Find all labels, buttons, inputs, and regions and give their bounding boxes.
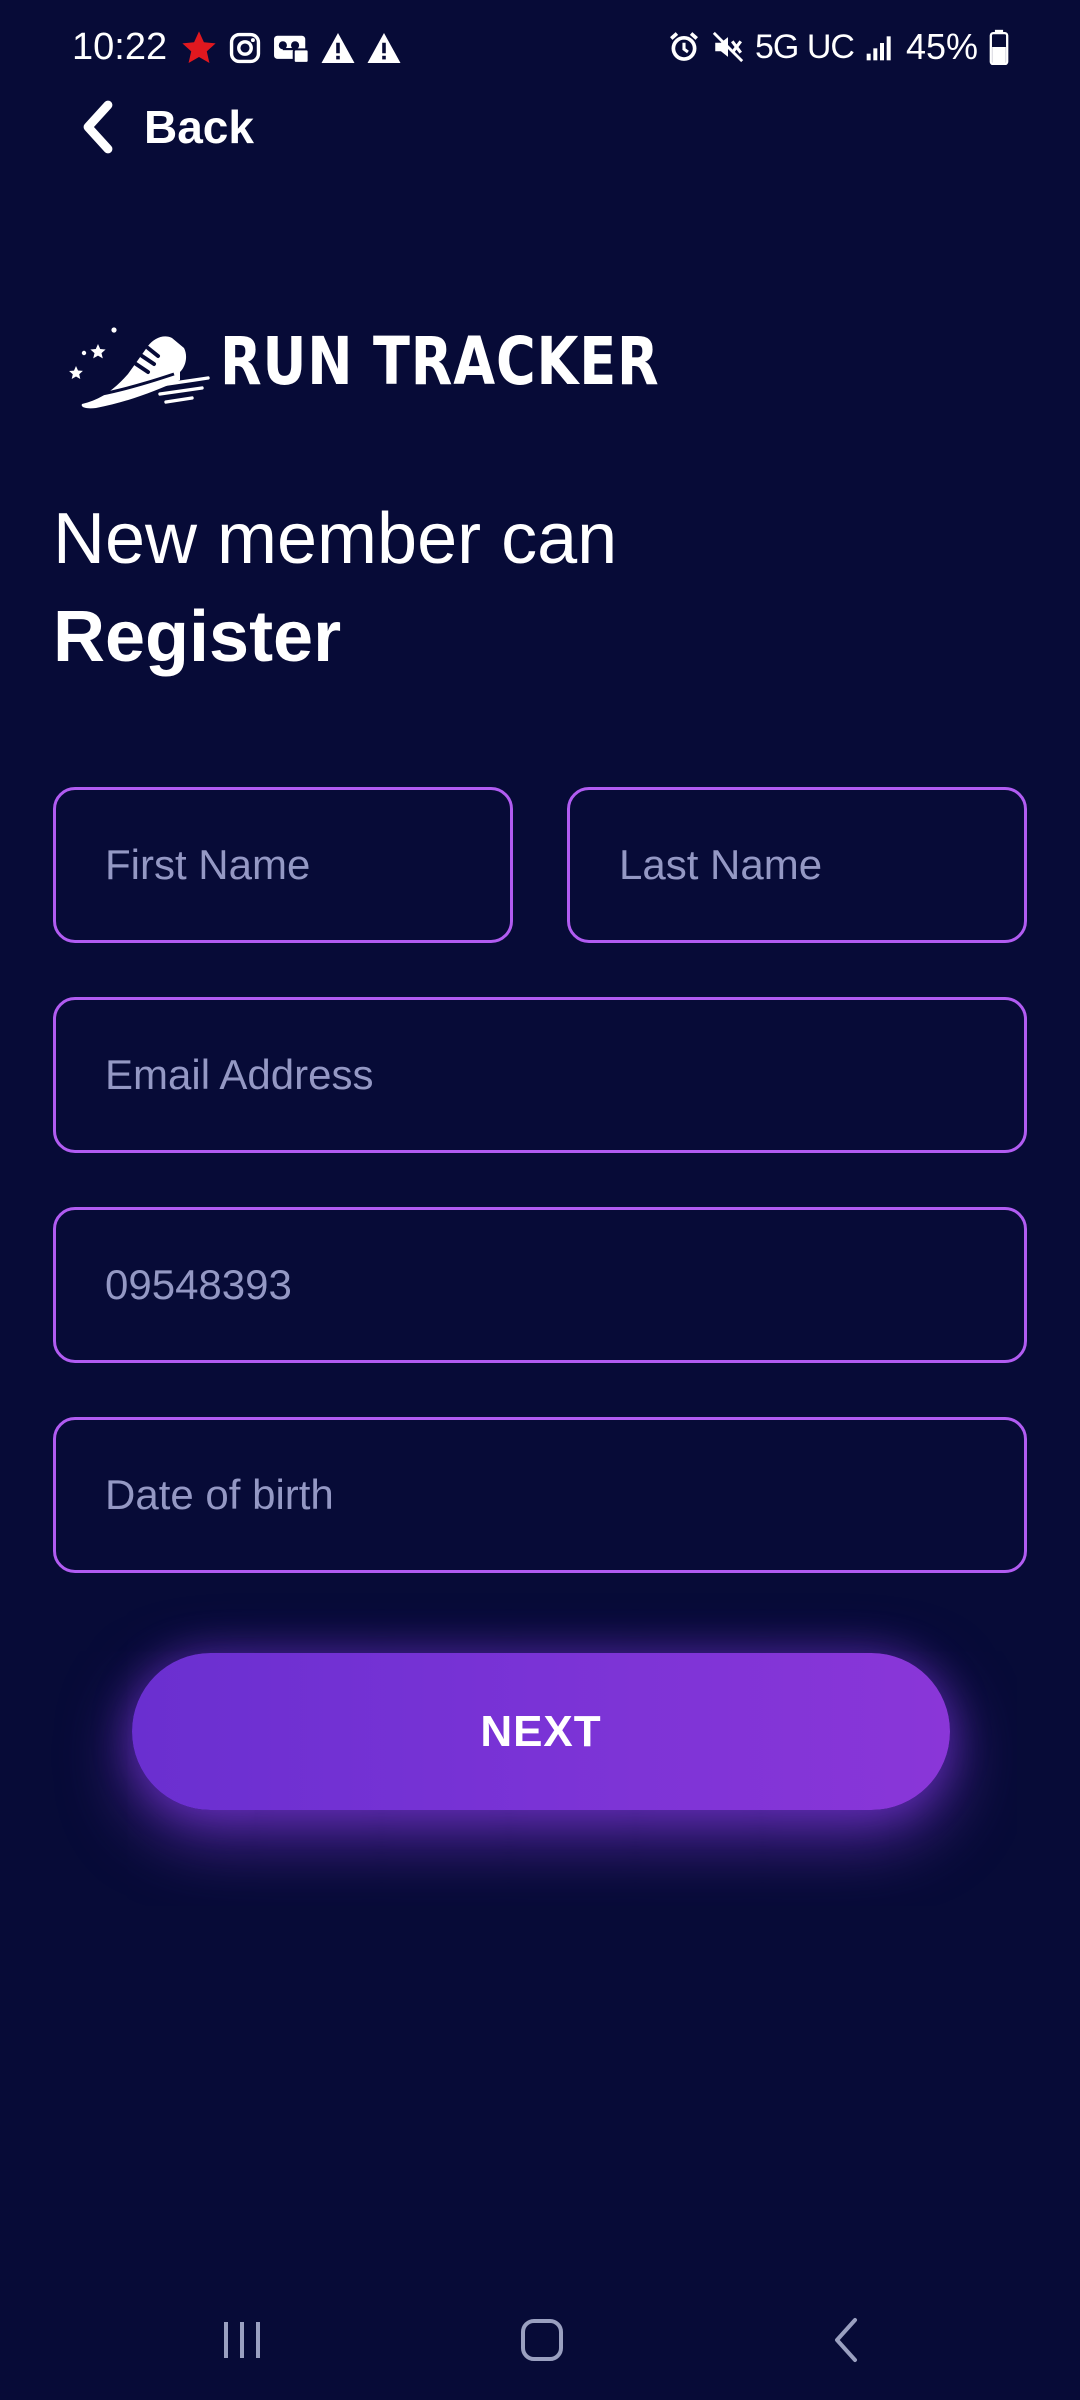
app-logo: RUN TRACKER	[62, 306, 756, 416]
register-screen: 10:22 5G UC 45% Back RUN TRACKER New mem…	[0, 0, 1080, 2400]
recents-button[interactable]	[152, 2280, 332, 2400]
home-button[interactable]	[452, 2280, 632, 2400]
network-type: 5G UC	[755, 28, 855, 66]
first-name-input[interactable]	[56, 790, 510, 940]
first-name-field[interactable]	[53, 787, 513, 943]
system-back-button[interactable]	[756, 2280, 936, 2400]
chevron-left-icon	[78, 99, 118, 155]
back-button[interactable]: Back	[78, 92, 254, 162]
running-shoe-icon	[62, 308, 212, 414]
warning-icon	[366, 31, 402, 65]
date-of-birth-input[interactable]	[56, 1420, 1024, 1570]
last-name-input[interactable]	[570, 790, 1024, 940]
page-subtitle: New member can	[53, 499, 618, 579]
system-nav-bar	[0, 2280, 1080, 2400]
star-icon	[180, 29, 218, 67]
back-icon	[831, 2316, 861, 2364]
recents-icon	[220, 2320, 264, 2360]
status-time: 10:22	[72, 26, 168, 68]
logo-text: RUN TRACKER	[220, 322, 660, 400]
phone-input[interactable]	[56, 1210, 1024, 1360]
home-icon	[520, 2318, 564, 2362]
instagram-icon	[228, 31, 262, 65]
signal-icon	[864, 31, 896, 63]
status-system-icons: 5G UC 45%	[667, 22, 1010, 72]
back-label: Back	[144, 101, 254, 153]
battery-percent: 45%	[905, 26, 978, 67]
voicemail-icon	[272, 31, 310, 65]
phone-field[interactable]	[53, 1207, 1027, 1363]
status-bar: 10:22 5G UC 45%	[0, 0, 1080, 96]
alarm-icon	[667, 30, 701, 64]
status-notification-icons	[180, 28, 402, 68]
next-button[interactable]: NEXT	[132, 1653, 950, 1810]
email-field[interactable]	[53, 997, 1027, 1153]
date-of-birth-field[interactable]	[53, 1417, 1027, 1573]
page-title: Register	[53, 597, 342, 677]
warning-icon	[320, 31, 356, 65]
email-input[interactable]	[56, 1000, 1024, 1150]
last-name-field[interactable]	[567, 787, 1027, 943]
mute-icon	[711, 30, 745, 64]
battery-icon	[988, 29, 1010, 65]
